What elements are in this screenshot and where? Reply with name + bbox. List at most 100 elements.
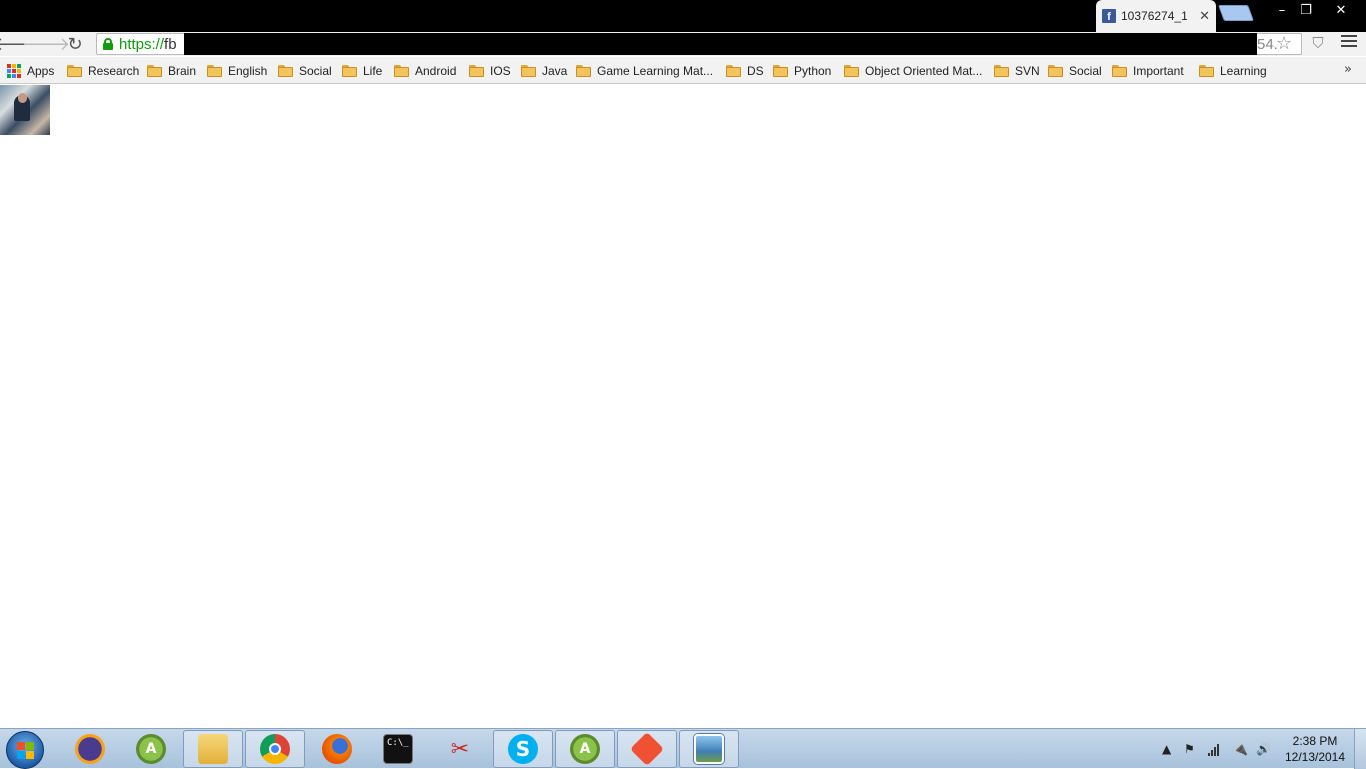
bookmark-folder[interactable]: Brain bbox=[147, 62, 196, 80]
bookmark-label: Research bbox=[88, 64, 140, 78]
minimize-button[interactable]: – bbox=[1270, 0, 1294, 20]
git-icon bbox=[630, 732, 664, 766]
reload-icon[interactable]: ↻ bbox=[64, 33, 86, 55]
folder-icon bbox=[147, 65, 162, 77]
folder-icon bbox=[994, 65, 1009, 77]
folder-icon bbox=[342, 65, 357, 77]
bookmark-folder[interactable]: Learning bbox=[1199, 62, 1267, 80]
taskbar-eclipse[interactable] bbox=[60, 730, 120, 768]
taskbar-snipping-tool[interactable]: ✂ bbox=[430, 730, 490, 768]
taskbar-firefox[interactable] bbox=[307, 730, 367, 768]
bookmark-label: Social bbox=[299, 64, 332, 78]
new-tab-button[interactable] bbox=[1218, 5, 1254, 21]
bookmark-folder[interactable]: IOS bbox=[469, 62, 511, 80]
tab-title: 10376274_10 bbox=[1121, 9, 1187, 23]
taskbar-file-explorer[interactable] bbox=[183, 730, 243, 768]
facebook-icon: f bbox=[1102, 9, 1116, 23]
folder-icon bbox=[469, 65, 484, 77]
show-hidden-icons[interactable]: ▲ bbox=[1162, 729, 1171, 769]
bookmark-label: SVN bbox=[1015, 64, 1040, 78]
folder-icon bbox=[394, 65, 409, 77]
bookmark-folder[interactable]: Important bbox=[1112, 62, 1184, 80]
bookmark-folder[interactable]: English bbox=[207, 62, 267, 80]
bookmark-label: Important bbox=[1133, 64, 1184, 78]
bookmark-label: Android bbox=[415, 64, 457, 78]
taskbar-android-studio[interactable]: A bbox=[121, 730, 181, 768]
network-signal-icon[interactable] bbox=[1208, 729, 1219, 769]
bookmark-label: English bbox=[228, 64, 268, 78]
redacted-url-region bbox=[184, 33, 1257, 55]
lock-icon bbox=[103, 38, 113, 50]
bookmark-folder[interactable]: Java bbox=[521, 62, 567, 80]
forward-arrow-icon[interactable]: 🡒 bbox=[22, 33, 70, 55]
taskbar-git[interactable] bbox=[617, 730, 677, 768]
apps-grid-icon bbox=[7, 64, 21, 78]
scissors-icon: ✂ bbox=[450, 736, 470, 762]
folder-icon bbox=[1112, 65, 1127, 77]
tab-close-icon[interactable]: ✕ bbox=[1199, 9, 1210, 24]
show-desktop-button[interactable] bbox=[1354, 729, 1366, 769]
photo-viewer-icon bbox=[694, 734, 724, 764]
bookmark-folder[interactable]: Game Learning Mat... bbox=[576, 62, 713, 80]
power-plug-icon[interactable]: 🔌 bbox=[1233, 729, 1248, 769]
bookmarks-overflow-button[interactable]: » bbox=[1344, 62, 1352, 77]
folder-icon bbox=[198, 734, 228, 764]
bookmark-label: Apps bbox=[27, 64, 55, 78]
system-clock[interactable]: 2:38 PM 12/13/2014 bbox=[1280, 733, 1350, 765]
bookmark-folder[interactable]: DS bbox=[726, 62, 764, 80]
clock-date: 12/13/2014 bbox=[1284, 750, 1346, 764]
bookmark-label: Game Learning Mat... bbox=[597, 64, 714, 78]
folder-icon bbox=[1048, 65, 1063, 77]
url-host: fb bbox=[164, 35, 177, 53]
bookmark-label: Life bbox=[363, 64, 383, 78]
windows-logo-icon bbox=[17, 742, 34, 759]
chrome-menu-icon[interactable] bbox=[1341, 35, 1357, 51]
bookmark-star-icon[interactable]: ☆ bbox=[1276, 33, 1292, 54]
skype-icon: S bbox=[508, 734, 538, 764]
bookmark-label: Java bbox=[542, 64, 568, 78]
taskbar-android-studio-2[interactable]: A bbox=[555, 730, 615, 768]
bookmark-label: Learning bbox=[1220, 64, 1267, 78]
bookmark-folder[interactable]: Social bbox=[1048, 62, 1102, 80]
folder-icon bbox=[576, 65, 591, 77]
bookmark-label: Brain bbox=[168, 64, 197, 78]
browser-tab[interactable]: f 10376274_10 ✕ bbox=[1096, 0, 1216, 32]
bookmark-folder[interactable]: Python bbox=[773, 62, 831, 80]
android-studio-icon: A bbox=[136, 734, 166, 764]
chrome-icon bbox=[260, 734, 290, 764]
taskbar-skype[interactable]: S bbox=[493, 730, 553, 768]
restore-button[interactable]: ❐ bbox=[1294, 0, 1318, 20]
bookmark-folder[interactable]: Object Oriented Mat... bbox=[844, 62, 982, 80]
bookmark-folder[interactable]: Life bbox=[342, 62, 382, 80]
folder-icon bbox=[67, 65, 82, 77]
bookmark-label: Social bbox=[1069, 64, 1102, 78]
taskbar-command-prompt[interactable]: C:\_ bbox=[368, 730, 428, 768]
bookmark-label: Python bbox=[794, 64, 832, 78]
bookmark-label: DS bbox=[747, 64, 764, 78]
folder-icon bbox=[1199, 65, 1214, 77]
url-scheme: https:// bbox=[119, 35, 165, 53]
url-tail: 54. bbox=[1257, 35, 1278, 53]
windows-taskbar: A C:\_ ✂ S A ▲ ⚑ 🔌 🔊 2:38 PM 12/13/2014 bbox=[0, 728, 1366, 769]
folder-icon bbox=[844, 65, 859, 77]
bookmark-folder[interactable]: Social bbox=[278, 62, 332, 80]
android-studio-icon: A bbox=[570, 734, 600, 764]
action-center-flag-icon[interactable]: ⚑ bbox=[1184, 729, 1195, 769]
folder-icon bbox=[773, 65, 788, 77]
photo-thumbnail[interactable] bbox=[0, 85, 50, 135]
start-button[interactable] bbox=[6, 731, 44, 769]
bookmark-folder[interactable]: SVN bbox=[994, 62, 1040, 80]
eclipse-icon bbox=[75, 734, 105, 764]
folder-icon bbox=[521, 65, 536, 77]
volume-icon[interactable]: 🔊 bbox=[1256, 729, 1271, 769]
bookmark-folder[interactable]: Android bbox=[394, 62, 456, 80]
bookmark-apps[interactable]: Apps bbox=[7, 62, 54, 80]
extension-shield-icon[interactable]: ⛉ bbox=[1308, 33, 1328, 53]
close-window-button[interactable]: ✕ bbox=[1318, 0, 1364, 20]
folder-icon bbox=[726, 65, 741, 77]
terminal-icon: C:\_ bbox=[383, 734, 413, 764]
taskbar-chrome[interactable] bbox=[245, 730, 305, 768]
bookmark-folder[interactable]: Research bbox=[67, 62, 139, 80]
firefox-icon bbox=[322, 734, 352, 764]
taskbar-photo-viewer[interactable] bbox=[679, 730, 739, 768]
